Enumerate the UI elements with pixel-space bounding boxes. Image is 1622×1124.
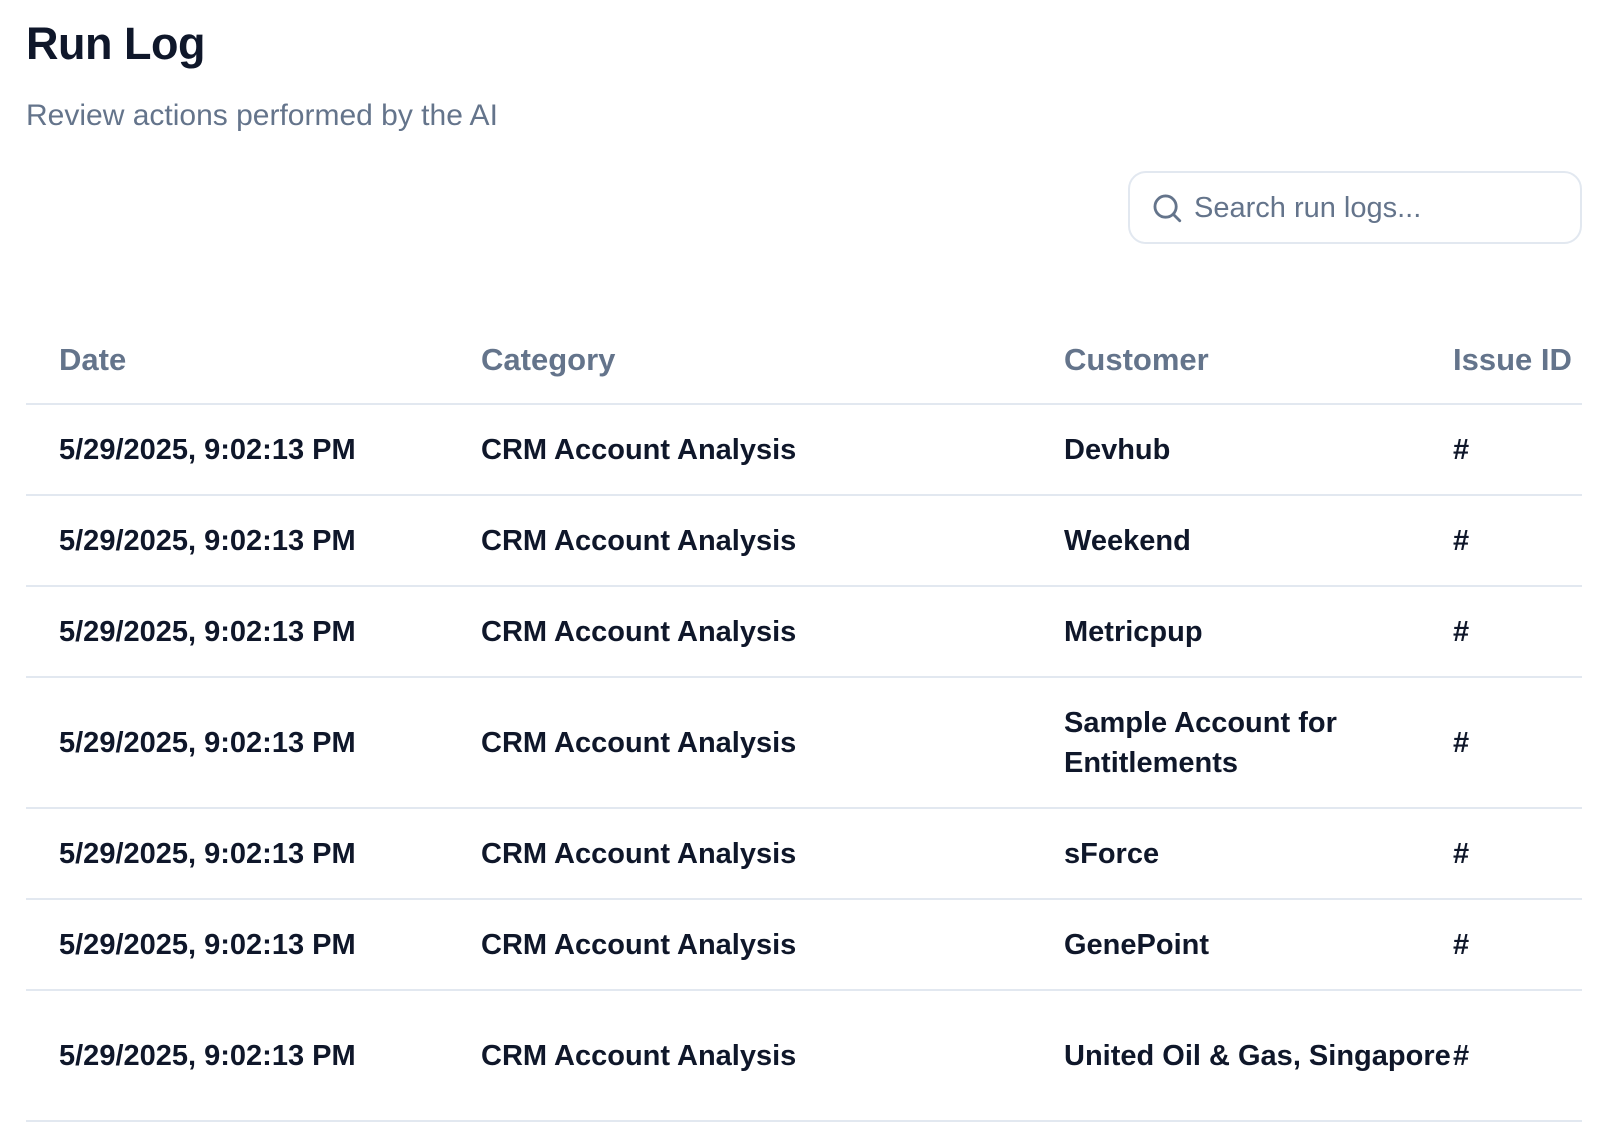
cell-date: 5/29/2025, 9:02:13 PM — [59, 726, 356, 759]
cell-customer: sForce — [1064, 837, 1160, 870]
cell-customer: GenePoint — [1064, 928, 1210, 961]
cell-issue-id: # — [1453, 612, 1573, 652]
cell-customer: United Oil & Gas, Singapore — [1064, 1039, 1451, 1072]
cell-customer: Sample Account for Entitlements — [1064, 706, 1337, 779]
cell-category: CRM Account Analysis — [481, 524, 797, 557]
issue-id-link[interactable]: # — [1453, 929, 1469, 961]
issue-id-link[interactable]: # — [1453, 727, 1469, 759]
table-row[interactable]: 5/29/2025, 9:02:13 PM CRM Account Analys… — [26, 991, 1582, 1122]
column-header-category[interactable]: Category — [481, 342, 1064, 378]
cell-date: 5/29/2025, 9:02:13 PM — [59, 928, 356, 961]
page-subtitle: Review actions performed by the AI — [26, 99, 498, 132]
cell-customer: Devhub — [1064, 433, 1171, 466]
cell-customer: Weekend — [1064, 524, 1191, 557]
column-header-customer[interactable]: Customer — [1064, 342, 1453, 378]
cell-category: CRM Account Analysis — [481, 615, 797, 648]
cell-category: CRM Account Analysis — [481, 726, 797, 759]
search-box[interactable] — [1128, 171, 1582, 244]
table-row[interactable]: 5/29/2025, 9:02:13 PM CRM Account Analys… — [26, 587, 1582, 678]
cell-issue-id: # — [1453, 723, 1573, 763]
cell-date: 5/29/2025, 9:02:13 PM — [59, 615, 356, 648]
issue-id-link[interactable]: # — [1453, 525, 1469, 557]
cell-issue-id: # — [1453, 430, 1573, 470]
table-row[interactable]: 5/29/2025, 9:02:13 PM CRM Account Analys… — [26, 496, 1582, 587]
cell-category: CRM Account Analysis — [481, 433, 797, 466]
cell-category: CRM Account Analysis — [481, 837, 797, 870]
cell-customer: Metricpup — [1064, 615, 1203, 648]
table-row[interactable]: 5/29/2025, 9:02:13 PM CRM Account Analys… — [26, 405, 1582, 496]
cell-issue-id: # — [1453, 521, 1573, 561]
issue-id-link[interactable]: # — [1453, 1040, 1469, 1072]
issue-id-link[interactable]: # — [1453, 434, 1469, 466]
issue-id-link[interactable]: # — [1453, 838, 1469, 870]
issue-id-link[interactable]: # — [1453, 616, 1469, 648]
cell-category: CRM Account Analysis — [481, 1039, 797, 1072]
table-header-row: Date Category Customer Issue ID — [26, 316, 1582, 405]
cell-date: 5/29/2025, 9:02:13 PM — [59, 524, 356, 557]
table-row[interactable]: 5/29/2025, 9:02:13 PM CRM Account Analys… — [26, 678, 1582, 809]
cell-category: CRM Account Analysis — [481, 928, 797, 961]
cell-issue-id: # — [1453, 1036, 1573, 1076]
table-row[interactable]: 5/29/2025, 9:02:13 PM CRM Account Analys… — [26, 809, 1582, 900]
cell-issue-id: # — [1453, 925, 1573, 965]
run-log-table: Date Category Customer Issue ID 5/29/202… — [26, 316, 1582, 1122]
search-icon — [1153, 194, 1182, 223]
column-header-date[interactable]: Date — [59, 342, 481, 378]
cell-date: 5/29/2025, 9:02:13 PM — [59, 433, 356, 466]
page-title: Run Log — [26, 18, 205, 69]
table-row[interactable]: 5/29/2025, 9:02:13 PM CRM Account Analys… — [26, 900, 1582, 991]
cell-issue-id: # — [1453, 834, 1573, 874]
run-log-page: Run Log Review actions performed by the … — [0, 0, 1622, 1124]
cell-date: 5/29/2025, 9:02:13 PM — [59, 1039, 356, 1072]
search-input[interactable] — [1194, 185, 1564, 231]
column-header-issue-id[interactable]: Issue ID — [1453, 342, 1573, 378]
cell-date: 5/29/2025, 9:02:13 PM — [59, 837, 356, 870]
